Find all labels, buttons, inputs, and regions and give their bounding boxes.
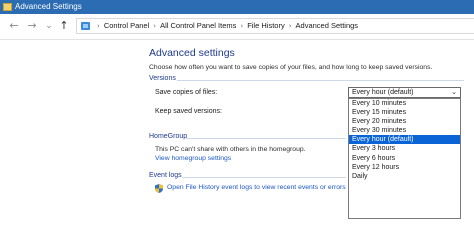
breadcrumb-separator-icon: ›	[240, 22, 244, 30]
chevron-down-icon: ⌄	[451, 88, 457, 96]
open-event-logs-link[interactable]: Open File History event logs to view rec…	[167, 184, 346, 191]
forward-arrow-icon[interactable]: →	[24, 18, 40, 34]
breadcrumb-separator-icon: ›	[97, 22, 100, 30]
homegroup-status-text: This PC can't share with others in the h…	[155, 146, 306, 153]
homegroup-section-label: HomeGroup	[149, 133, 188, 140]
title-bar: Advanced Settings	[0, 0, 474, 14]
shield-icon	[155, 184, 163, 193]
option-every-6-hours[interactable]: Every 6 hours	[349, 154, 460, 163]
selected-value: Every hour (default)	[352, 89, 414, 96]
option-every-12-hours[interactable]: Every 12 hours	[349, 163, 460, 172]
option-every-20-minutes[interactable]: Every 20 minutes	[349, 117, 460, 126]
keep-versions-label: Keep saved versions:	[155, 108, 222, 115]
recent-locations-chevron-icon[interactable]: ⌄	[41, 18, 57, 34]
option-every-hour-default[interactable]: Every hour (default)	[349, 135, 460, 145]
back-arrow-icon[interactable]: ←	[6, 18, 22, 34]
option-every-30-minutes[interactable]: Every 30 minutes	[349, 126, 460, 135]
breadcrumb-separator-icon: ›	[288, 22, 292, 30]
section-divider	[177, 80, 464, 81]
page-description: Choose how often you want to save copies…	[149, 64, 433, 71]
window-title: Advanced Settings	[15, 2, 82, 11]
save-copies-label: Save copies of files:	[155, 89, 218, 96]
breadcrumb-all-control-panel-items[interactable]: All Control Panel Items	[160, 19, 236, 33]
breadcrumb-separator-icon: ›	[153, 22, 157, 30]
page-title: Advanced settings	[149, 47, 235, 59]
view-homegroup-settings-link[interactable]: View homegroup settings	[155, 155, 231, 162]
breadcrumb: › Control Panel › All Control Panel Items › F…	[93, 19, 358, 33]
save-frequency-dropdown-list: Every 10 minutes Every 15 minutes Every …	[348, 98, 461, 219]
navigation-bar: ← → ⌄ ↑ › Control Panel › All Control Panel…	[0, 14, 474, 40]
option-daily[interactable]: Daily	[349, 172, 460, 181]
address-bar[interactable]: › Control Panel › All Control Panel Items › F…	[76, 18, 474, 34]
breadcrumb-file-history[interactable]: File History	[247, 19, 285, 33]
main-content: Advanced settings Choose how often you w…	[0, 40, 474, 249]
option-every-15-minutes[interactable]: Every 15 minutes	[349, 108, 460, 117]
section-divider	[186, 138, 346, 139]
section-divider	[182, 177, 346, 178]
save-frequency-select[interactable]: Every hour (default) ⌄	[348, 87, 461, 98]
event-logs-section-label: Event logs	[149, 172, 182, 179]
folder-icon	[3, 3, 12, 11]
up-arrow-icon[interactable]: ↑	[56, 18, 72, 34]
option-every-3-hours[interactable]: Every 3 hours	[349, 144, 460, 153]
breadcrumb-advanced-settings[interactable]: Advanced Settings	[296, 19, 359, 33]
option-every-10-minutes[interactable]: Every 10 minutes	[349, 99, 460, 108]
versions-section-label: Versions	[149, 75, 176, 82]
control-panel-icon	[81, 22, 90, 30]
breadcrumb-control-panel[interactable]: Control Panel	[104, 19, 149, 33]
